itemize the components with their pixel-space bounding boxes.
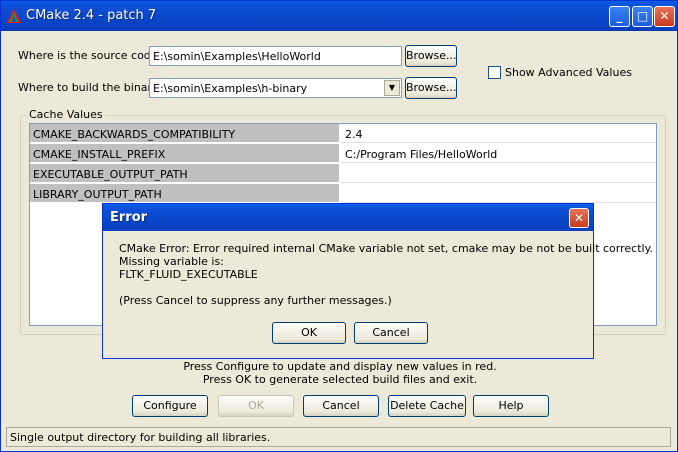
error-dialog: Error ✕ CMake Error: Error required inte… bbox=[102, 203, 653, 359]
cache-key: LIBRARY_OUTPUT_PATH bbox=[30, 184, 340, 203]
build-path-combo[interactable]: E:\somin\Examples\h-binary ▼ bbox=[149, 78, 402, 98]
table-row[interactable]: LIBRARY_OUTPUT_PATH bbox=[30, 184, 656, 204]
status-bar: Single output directory for building all… bbox=[6, 427, 671, 447]
dialog-title-bar[interactable]: Error ✕ bbox=[103, 204, 593, 231]
hint-configure: Press Configure to update and display ne… bbox=[183, 360, 497, 373]
cancel-button[interactable]: Cancel bbox=[303, 395, 379, 417]
show-advanced-checkbox[interactable] bbox=[488, 66, 501, 79]
close-button[interactable]: ✕ bbox=[654, 6, 675, 27]
hint-ok: Press OK to generate selected build file… bbox=[202, 373, 478, 386]
source-browse-button[interactable]: Browse... bbox=[405, 45, 457, 67]
dialog-close-button[interactable]: ✕ bbox=[569, 208, 589, 228]
chevron-down-icon[interactable]: ▼ bbox=[384, 80, 400, 96]
build-browse-button[interactable]: Browse... bbox=[405, 77, 457, 99]
title-bar[interactable]: CMake 2.4 - patch 7 _ □ ✕ bbox=[1, 1, 677, 31]
help-button[interactable]: Help bbox=[473, 395, 549, 417]
cache-value[interactable]: C:/Program Files/HelloWorld bbox=[341, 144, 656, 163]
cache-key: EXECUTABLE_OUTPUT_PATH bbox=[30, 164, 340, 183]
table-row[interactable]: CMAKE_BACKWARDS_COMPATIBILITY 2.4 bbox=[30, 124, 656, 144]
missing-variable-name: FLTK_FLUID_EXECUTABLE bbox=[119, 268, 258, 281]
cache-value[interactable]: 2.4 bbox=[341, 124, 656, 143]
cache-value[interactable] bbox=[341, 164, 656, 183]
missing-variable-label: Missing variable is: bbox=[119, 255, 224, 268]
source-label: Where is the source code: bbox=[18, 49, 162, 62]
build-path-value: E:\somin\Examples\h-binary bbox=[153, 82, 308, 95]
dialog-ok-button[interactable]: OK bbox=[272, 322, 346, 344]
cache-values-legend: Cache Values bbox=[27, 108, 105, 121]
show-advanced-label: Show Advanced Values bbox=[505, 66, 632, 79]
window-title: CMake 2.4 - patch 7 bbox=[26, 8, 157, 23]
error-message: CMake Error: Error required internal CMa… bbox=[119, 242, 654, 255]
source-path-input[interactable]: E:\somin\Examples\HelloWorld bbox=[149, 46, 402, 66]
maximize-button[interactable]: □ bbox=[632, 6, 653, 27]
ok-button[interactable]: OK bbox=[218, 395, 294, 417]
suppress-hint: (Press Cancel to suppress any further me… bbox=[119, 294, 392, 307]
configure-button[interactable]: Configure bbox=[132, 395, 208, 417]
cache-value[interactable] bbox=[341, 184, 656, 203]
table-row[interactable]: CMAKE_INSTALL_PREFIX C:/Program Files/He… bbox=[30, 144, 656, 164]
minimize-button[interactable]: _ bbox=[609, 6, 630, 27]
delete-cache-button[interactable]: Delete Cache bbox=[388, 395, 466, 417]
cache-key: CMAKE_INSTALL_PREFIX bbox=[30, 144, 340, 163]
dialog-title: Error bbox=[110, 210, 148, 225]
cache-key: CMAKE_BACKWARDS_COMPATIBILITY bbox=[30, 124, 340, 143]
table-row[interactable]: EXECUTABLE_OUTPUT_PATH bbox=[30, 164, 656, 184]
cmake-triangle-icon bbox=[7, 9, 21, 23]
dialog-cancel-button[interactable]: Cancel bbox=[354, 322, 428, 344]
